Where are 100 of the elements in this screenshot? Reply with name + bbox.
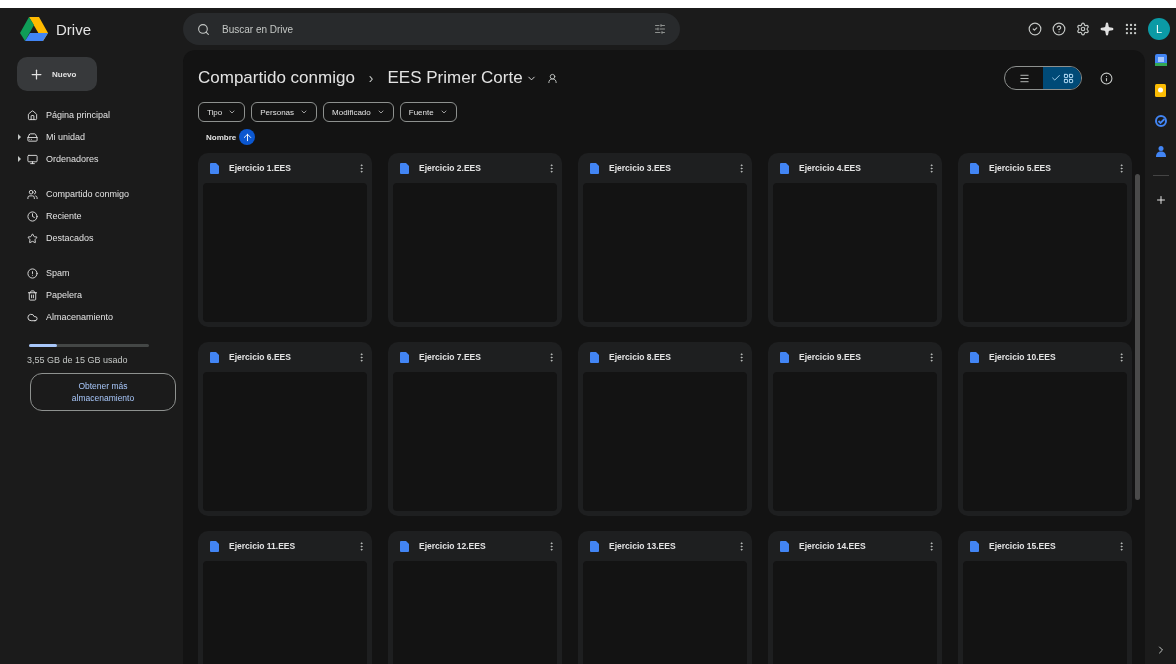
grid-icon [1062,72,1074,84]
caret-icon [300,108,309,116]
sidebar-item[interactable]: Página principal [17,104,167,126]
apps-grid-icon[interactable] [1124,22,1138,36]
breadcrumb-link[interactable]: Compartido conmigo [198,68,355,88]
caret-icon [439,108,448,116]
calendar-icon[interactable] [1154,54,1167,66]
lightbulb-icon[interactable] [1155,84,1166,97]
sidebar-item[interactable]: Ordenadores [17,148,167,170]
file-card[interactable]: Ejercicio 2.EES [388,153,562,327]
filter-chip[interactable]: Fuente [399,102,457,122]
shared-user-icon [546,72,558,84]
document-icon [400,540,409,552]
sidebar-item[interactable]: Compartido conmigo [17,183,167,205]
sparkle-icon[interactable] [1100,22,1114,36]
document-icon [400,351,409,363]
sidebar-item[interactable]: Papelera [17,284,167,306]
file-card[interactable]: Ejercicio 5.EES [958,153,1132,327]
add-icon[interactable] [1154,194,1167,206]
info-icon [1100,71,1113,85]
document-icon [210,162,219,174]
file-name: Ejercicio 5.EES [989,163,1052,173]
sort-button[interactable]: Nombre [206,129,256,145]
computer-icon [27,153,38,165]
check-icon [1050,73,1061,83]
file-name: Ejercicio 14.EES [799,541,867,551]
get-storage-button[interactable]: Obtener más almacenamiento [30,373,176,411]
file-name: Ejercicio 12.EES [419,541,487,551]
document-icon [780,162,789,174]
caret-icon [376,108,385,116]
file-card[interactable]: Ejercicio 14.EES [768,531,942,664]
folder-menu-button[interactable]: EES Primer Corte [387,68,537,88]
file-card[interactable]: Ejercicio 9.EES [768,342,942,516]
file-card[interactable]: Ejercicio 4.EES [768,153,942,327]
file-card[interactable]: Ejercicio 13.EES [578,531,752,664]
document-icon [970,540,979,552]
expand-caret-icon[interactable] [18,134,21,140]
file-name: Ejercicio 2.EES [419,163,482,173]
document-icon [210,540,219,552]
file-name: Ejercicio 3.EES [609,163,672,173]
storage-usage: 3,55 GB de 15 GB usado [27,355,129,365]
grid-view-button[interactable] [1043,67,1081,89]
info-button[interactable] [1098,69,1115,87]
contact-person-icon[interactable] [1154,145,1167,157]
cloud-icon [27,311,38,323]
file-card[interactable]: Ejercicio 7.EES [388,342,562,516]
file-card[interactable]: Ejercicio 3.EES [578,153,752,327]
file-name: Ejercicio 6.EES [229,352,292,362]
scrollbar[interactable] [1135,174,1140,500]
app-name: Drive [56,20,91,38]
search-bar[interactable]: Buscar en Drive [183,13,680,45]
file-name: Ejercicio 1.EES [229,163,292,173]
document-icon [590,540,599,552]
check-circle-icon[interactable] [1028,22,1042,36]
sidebar-item[interactable]: Spam [17,262,167,284]
document-icon [780,351,789,363]
file-name: Ejercicio 13.EES [609,541,677,551]
file-name: Ejercicio 10.EES [989,352,1057,362]
drive-icon [27,131,38,143]
sidebar-item[interactable]: Mi unidad [17,126,167,148]
warning-icon [27,267,38,279]
list-icon [1018,72,1030,84]
file-name: Ejercicio 4.EES [799,163,862,173]
sidebar-item[interactable]: Reciente [17,205,167,227]
file-card[interactable]: Ejercicio 8.EES [578,342,752,516]
star-icon [27,232,38,244]
file-card[interactable]: Ejercicio 12.EES [388,531,562,664]
expand-caret-icon[interactable] [18,156,21,162]
search-field[interactable]: Buscar en Drive [220,22,644,36]
file-name: Ejercicio 7.EES [419,352,482,362]
file-name: Ejercicio 8.EES [609,352,672,362]
filter-icon[interactable] [654,23,666,35]
filter-chip[interactable]: Personas [251,102,318,122]
file-card[interactable]: Ejercicio 10.EES [958,342,1132,516]
people-icon [27,188,38,200]
search-icon [197,22,210,36]
caret-icon [228,108,237,116]
file-card[interactable]: Ejercicio 11.EES [198,531,372,664]
file-card[interactable]: Ejercicio 6.EES [198,342,372,516]
file-name: Ejercicio 11.EES [229,541,297,551]
trash-icon [27,289,38,301]
filter-chip[interactable]: Modificado [323,102,394,122]
sidebar-item[interactable]: Almacenamiento [17,306,167,328]
document-icon [970,351,979,363]
new-button[interactable]: Nuevo [17,57,97,91]
document-icon [590,351,599,363]
home-icon [27,109,38,121]
document-icon [400,162,409,174]
help-icon[interactable] [1052,22,1066,36]
file-card[interactable]: Ejercicio 15.EES [958,531,1132,664]
settings-icon[interactable] [1076,22,1090,36]
document-icon [970,162,979,174]
document-icon [590,162,599,174]
filter-chip[interactable]: Tipo [198,102,246,122]
document-icon [780,540,789,552]
file-card[interactable]: Ejercicio 1.EES [198,153,372,327]
file-name: Ejercicio 15.EES [989,541,1057,551]
sidebar-item[interactable]: Destacados [17,227,167,249]
task-check-icon[interactable] [1154,115,1167,127]
file-name: Ejercicio 9.EES [799,352,862,362]
